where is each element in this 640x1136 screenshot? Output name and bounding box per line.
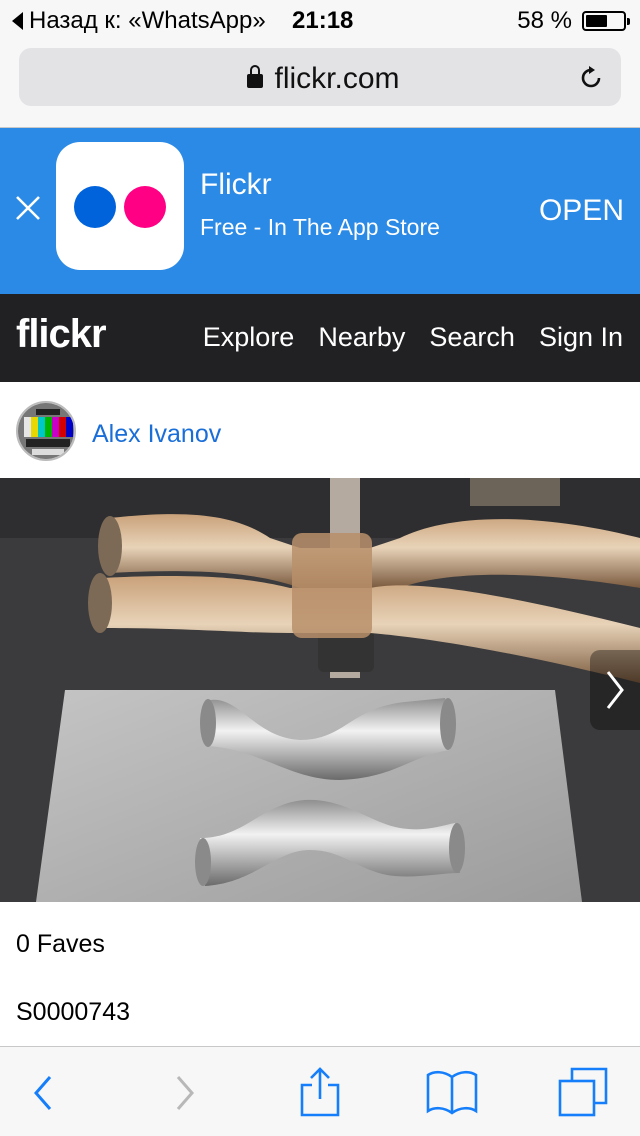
tabs-icon[interactable] <box>556 1065 612 1121</box>
smart-app-banner: Flickr Free - In The App Store OPEN <box>0 128 640 294</box>
flickr-pink-dot-icon <box>124 186 166 228</box>
photo-title: S0000743 <box>16 998 131 1026</box>
flickr-blue-dot-icon <box>74 186 116 228</box>
nav-link-sign-in[interactable]: Sign In <box>539 322 623 353</box>
author-name-link[interactable]: Alex Ivanov <box>92 420 221 449</box>
status-bar: Назад к: «WhatsApp» 21:18 58 % <box>0 0 640 40</box>
nav-link-nearby[interactable]: Nearby <box>318 322 405 353</box>
reload-icon[interactable] <box>577 64 605 92</box>
flickr-logo[interactable]: flickr <box>16 312 107 357</box>
banner-app-subtitle: Free - In The App Store <box>200 214 440 240</box>
status-back-to-app[interactable]: Назад к: «WhatsApp» <box>12 7 266 35</box>
chevron-right-icon <box>606 671 624 709</box>
avatar[interactable] <box>16 401 76 461</box>
browser-toolbar <box>0 1046 640 1136</box>
faves-count[interactable]: 0 Faves <box>16 930 105 959</box>
status-back-label: Назад к: «WhatsApp» <box>29 7 266 34</box>
share-icon[interactable] <box>292 1065 348 1121</box>
battery-percent: 58 % <box>517 7 572 34</box>
flickr-app-icon <box>56 142 184 270</box>
address-bar[interactable]: flickr.com <box>19 48 621 106</box>
site-header: flickr Explore Nearby Search Sign In <box>0 294 640 382</box>
back-icon[interactable] <box>16 1065 72 1121</box>
back-triangle-icon <box>12 12 23 30</box>
bookmarks-icon[interactable] <box>424 1065 480 1121</box>
main-nav: Explore Nearby Search Sign In <box>203 322 623 353</box>
battery-fill <box>586 15 607 27</box>
photo-author-row: Alex Ivanov <box>0 382 640 478</box>
battery-icon <box>582 11 630 31</box>
exhaust-pipes-photo <box>0 478 640 902</box>
banner-app-title: Flickr <box>200 168 272 201</box>
next-photo-button[interactable] <box>590 650 640 730</box>
nav-link-explore[interactable]: Explore <box>203 322 295 353</box>
photo[interactable] <box>0 478 640 902</box>
close-icon[interactable] <box>14 194 42 222</box>
forward-icon[interactable] <box>156 1065 212 1121</box>
open-app-button[interactable]: OPEN <box>539 194 624 228</box>
address-url: flickr.com <box>274 62 400 95</box>
browser-address-area: flickr.com <box>0 40 640 128</box>
status-time: 21:18 <box>292 7 354 34</box>
status-battery: 58 % <box>517 7 630 35</box>
nav-link-search[interactable]: Search <box>429 322 515 353</box>
